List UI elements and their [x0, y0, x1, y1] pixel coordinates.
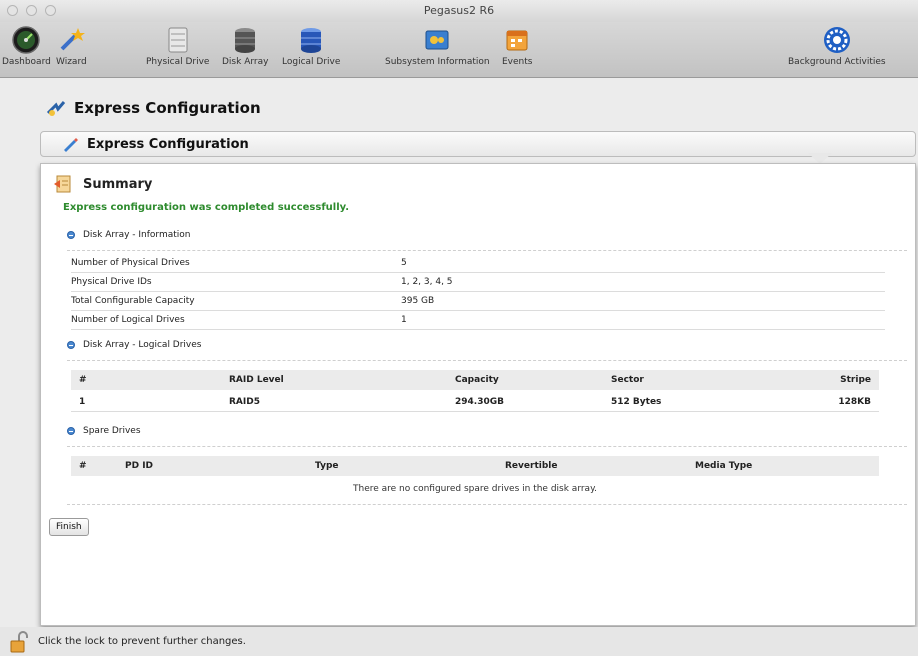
physical-drive-icon — [163, 25, 193, 55]
spare-drives-header: # PD ID Type Revertible Media Type — [71, 456, 879, 476]
toolbar-label: Logical Drive — [282, 57, 341, 67]
cell-index: 1 — [79, 397, 86, 407]
column-header: RAID Level — [229, 375, 284, 385]
unlocked-lock-icon[interactable] — [10, 630, 28, 653]
collapse-icon[interactable] — [67, 427, 75, 435]
info-value: 395 GB — [401, 296, 435, 306]
toolbar-wizard[interactable]: Wizard — [56, 25, 87, 67]
info-key: Total Configurable Capacity — [71, 296, 195, 306]
info-key: Number of Physical Drives — [71, 258, 190, 268]
page-title: Express Configuration — [74, 99, 261, 117]
section-title: Disk Array - Logical Drives — [83, 340, 202, 350]
section-spare-drives[interactable]: Spare Drives — [67, 426, 141, 436]
collapse-icon[interactable] — [67, 341, 75, 349]
summary-document-icon — [54, 175, 71, 193]
disk-array-icon — [230, 25, 260, 55]
logical-drive-icon — [296, 25, 326, 55]
divider — [67, 250, 907, 251]
toolbar-label: Events — [502, 57, 533, 67]
wizard-icon — [56, 25, 86, 55]
info-row: Number of Physical Drives 5 — [71, 254, 885, 273]
toolbar-label: Subsystem Information — [385, 57, 490, 67]
toolbar-disk-array[interactable]: Disk Array — [222, 25, 268, 67]
express-config-icon — [46, 101, 66, 116]
divider — [67, 504, 907, 505]
summary-panel: Summary Express configuration was comple… — [40, 163, 916, 626]
divider — [67, 446, 907, 447]
main-content: Express Configuration Express Configurat… — [0, 79, 918, 627]
page-heading: Express Configuration — [46, 99, 261, 117]
column-header: Type — [315, 461, 339, 471]
toolbar-label: Dashboard — [2, 57, 51, 67]
subsystem-info-icon — [422, 25, 452, 55]
toolbar-label: Physical Drive — [146, 57, 210, 67]
info-row: Total Configurable Capacity 395 GB — [71, 292, 885, 311]
toolbar-label: Disk Array — [222, 57, 269, 67]
window-controls — [7, 5, 56, 16]
finish-button[interactable]: Finish — [49, 518, 89, 536]
section-title: Disk Array - Information — [83, 230, 191, 240]
toolbar-label: Wizard — [56, 57, 87, 67]
divider — [67, 360, 907, 361]
zoom-window-button[interactable] — [45, 5, 56, 16]
toolbar-label: Background Activities — [788, 57, 886, 67]
section-disk-array-information[interactable]: Disk Array - Information — [67, 230, 191, 240]
tab-title: Express Configuration — [87, 136, 249, 152]
cell-stripe: 128KB — [838, 397, 871, 407]
lock-status-text: Click the lock to prevent further change… — [38, 636, 246, 647]
column-header: Sector — [611, 375, 644, 385]
cell-sector: 512 Bytes — [611, 397, 662, 407]
toolbar: Dashboard Wizard Physical Drive Disk Arr… — [0, 22, 918, 78]
toolbar-logical-drive[interactable]: Logical Drive — [282, 25, 340, 67]
toolbar-physical-drive[interactable]: Physical Drive — [146, 25, 209, 67]
summary-title: Summary — [83, 176, 153, 192]
collapse-icon[interactable] — [67, 231, 75, 239]
logical-drives-header: # RAID Level Capacity Sector Stripe — [71, 370, 879, 390]
info-value: 1, 2, 3, 4, 5 — [401, 277, 453, 287]
column-header: Media Type — [695, 461, 753, 471]
info-key: Physical Drive IDs — [71, 277, 152, 287]
empty-state-message: There are no configured spare drives in … — [353, 484, 597, 494]
column-header: PD ID — [125, 461, 154, 471]
title-bar: Pegasus2 R6 — [0, 0, 918, 22]
info-key: Number of Logical Drives — [71, 315, 185, 325]
close-window-button[interactable] — [7, 5, 18, 16]
info-row: Number of Logical Drives 1 — [71, 311, 885, 330]
cell-capacity: 294.30GB — [455, 397, 504, 407]
window-title: Pegasus2 R6 — [423, 4, 495, 17]
status-bar: Click the lock to prevent further change… — [0, 627, 918, 656]
minimize-window-button[interactable] — [26, 5, 37, 16]
section-logical-drives[interactable]: Disk Array - Logical Drives — [67, 340, 202, 350]
column-header: # — [79, 375, 87, 385]
pencil-icon — [64, 138, 78, 152]
toolbar-dashboard[interactable]: Dashboard — [2, 25, 51, 67]
summary-heading: Summary — [53, 174, 152, 194]
toolbar-background-activities[interactable]: Background Activities — [788, 25, 886, 67]
events-calendar-icon — [502, 25, 532, 55]
tab-express-configuration[interactable]: Express Configuration — [40, 131, 916, 157]
toolbar-subsystem-information[interactable]: Subsystem Information — [385, 25, 490, 67]
background-activities-icon — [822, 25, 852, 55]
dashboard-gauge-icon — [11, 25, 41, 55]
toolbar-events[interactable]: Events — [502, 25, 532, 67]
info-row: Physical Drive IDs 1, 2, 3, 4, 5 — [71, 273, 885, 292]
cell-raid-level: RAID5 — [229, 397, 260, 407]
success-message: Express configuration was completed succ… — [63, 202, 350, 213]
column-header: # — [79, 461, 87, 471]
info-value: 1 — [401, 315, 407, 325]
table-row[interactable]: 1 RAID5 294.30GB 512 Bytes 128KB — [71, 392, 879, 412]
column-header: Revertible — [505, 461, 558, 471]
column-header: Capacity — [455, 375, 499, 385]
section-title: Spare Drives — [83, 426, 141, 436]
info-value: 5 — [401, 258, 407, 268]
column-header: Stripe — [840, 375, 871, 385]
